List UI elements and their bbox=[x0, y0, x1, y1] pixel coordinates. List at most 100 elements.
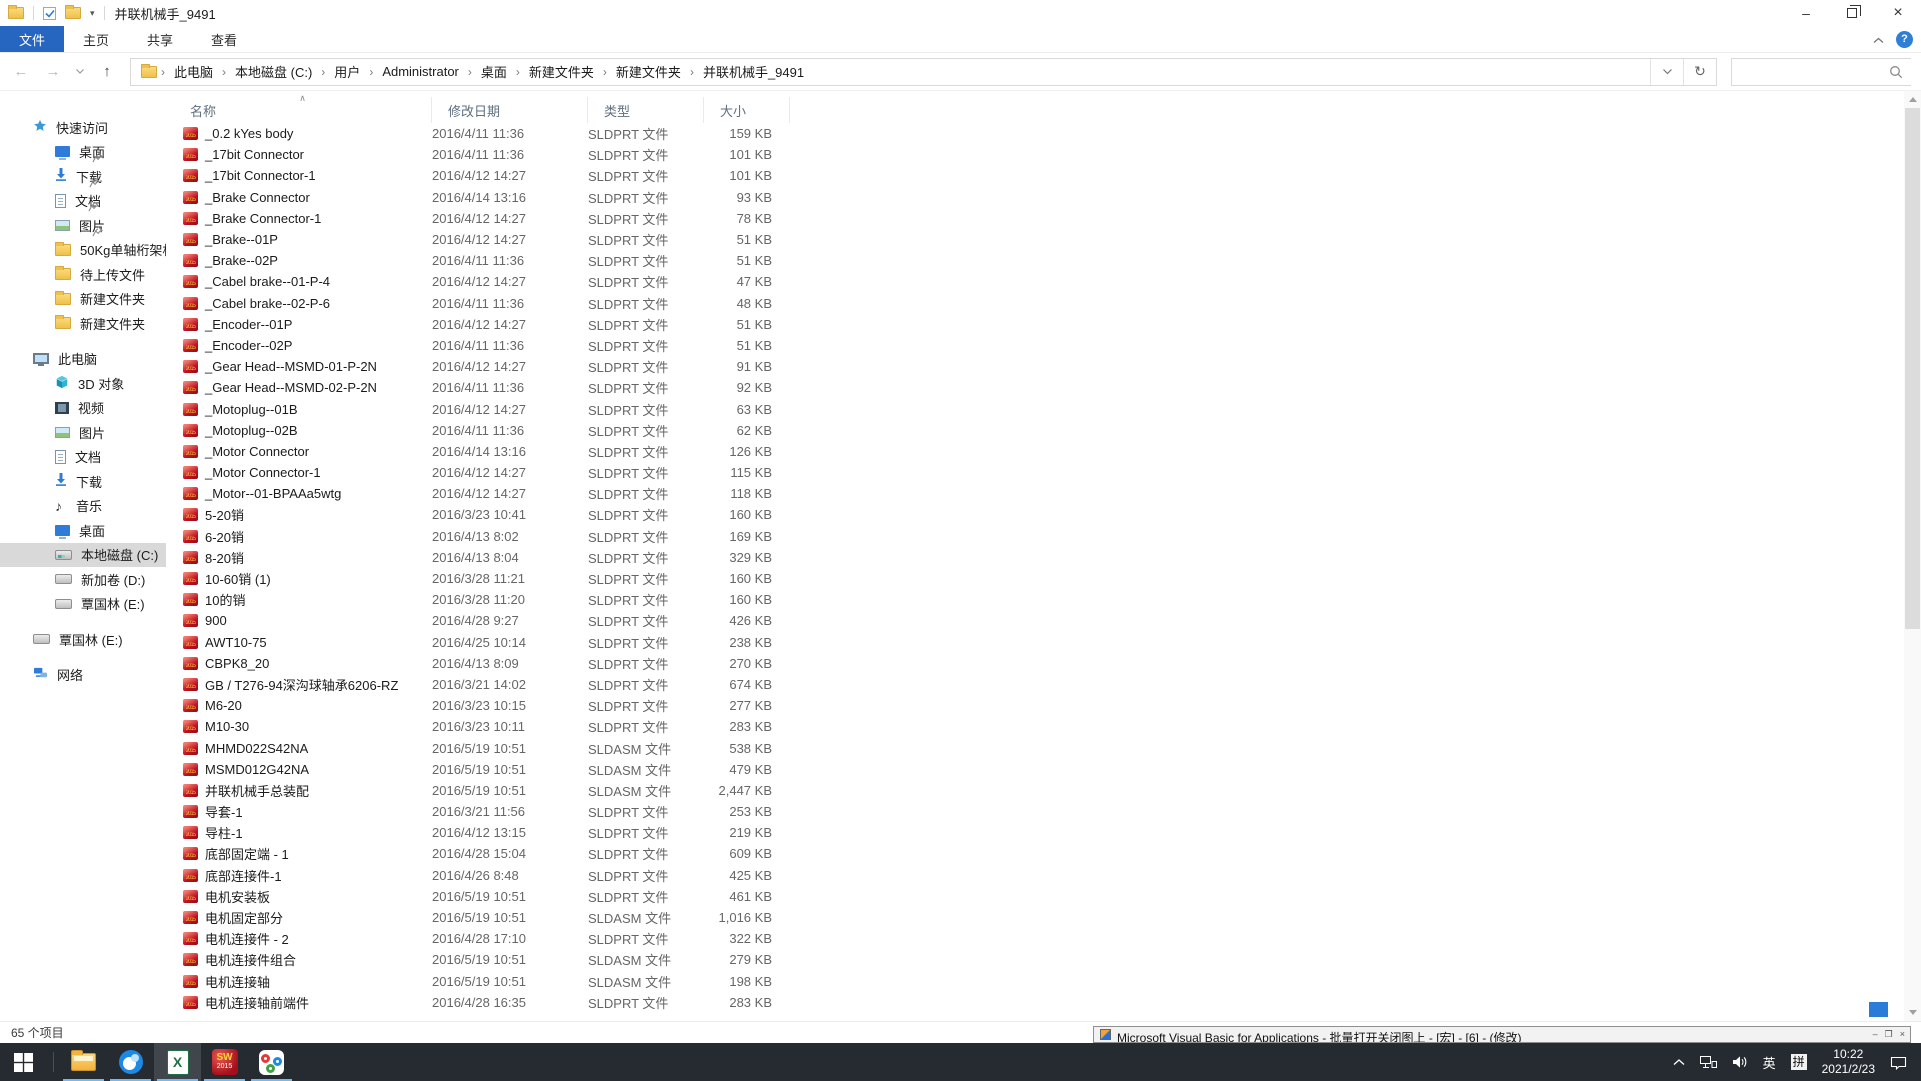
sidebar-item[interactable]: 待上传文件 bbox=[0, 262, 166, 287]
sidebar-item[interactable]: 文档 bbox=[0, 445, 166, 470]
file-row[interactable]: 2015并联机械手总装配2016/5/19 10:51SLDASM 文件2,44… bbox=[174, 780, 1921, 801]
file-row[interactable]: 2015_Cabel brake--02-P-62016/4/11 11:36S… bbox=[174, 293, 1921, 314]
breadcrumb-item[interactable]: 桌面 bbox=[474, 62, 514, 81]
ime-pinyin-indicator[interactable]: 拼 bbox=[1791, 1054, 1807, 1070]
file-row[interactable]: 2015_Cabel brake--01-P-42016/4/12 14:27S… bbox=[174, 271, 1921, 292]
sidebar-item[interactable]: 新建文件夹 bbox=[0, 287, 166, 312]
file-row[interactable]: 2015_Brake--01P2016/4/12 14:27SLDPRT 文件5… bbox=[174, 229, 1921, 250]
taskbar-app-app-circles[interactable] bbox=[248, 1043, 295, 1081]
address-dropdown-button[interactable] bbox=[1650, 59, 1683, 85]
breadcrumb-item[interactable]: 并联机械手_9491 bbox=[696, 62, 811, 81]
file-row[interactable]: 2015_Brake--02P2016/4/11 11:36SLDPRT 文件5… bbox=[174, 250, 1921, 271]
sidebar-item[interactable]: ♪音乐 bbox=[0, 494, 166, 519]
breadcrumb-item[interactable]: Administrator bbox=[375, 64, 466, 79]
close-button[interactable]: × bbox=[1875, 0, 1921, 26]
file-row[interactable]: 20156-20销2016/4/13 8:02SLDPRT 文件169 KB bbox=[174, 526, 1921, 547]
sidebar-item[interactable]: 视频 bbox=[0, 396, 166, 421]
file-row[interactable]: 201510-60销 (1)2016/3/28 11:21SLDPRT 文件16… bbox=[174, 568, 1921, 589]
file-row[interactable]: 2015M6-202016/3/23 10:15SLDPRT 文件277 KB bbox=[174, 695, 1921, 716]
sidebar-item[interactable]: 本地磁盘 (C:) bbox=[0, 543, 166, 568]
file-row[interactable]: 2015MSMD012G42NA2016/5/19 10:51SLDASM 文件… bbox=[174, 759, 1921, 780]
sidebar-item[interactable]: 新建文件夹 bbox=[0, 311, 166, 336]
file-row[interactable]: 2015_0.2 kYes body2016/4/11 11:36SLDPRT … bbox=[174, 123, 1921, 144]
file-row[interactable]: 2015电机固定部分2016/5/19 10:51SLDASM 文件1,016 … bbox=[174, 907, 1921, 928]
file-row[interactable]: 2015_Motor--01-BPAAa5wtg2016/4/12 14:27S… bbox=[174, 483, 1921, 504]
file-row[interactable]: 2015电机连接件组合2016/5/19 10:51SLDASM 文件279 K… bbox=[174, 949, 1921, 970]
sidebar-item[interactable]: 桌面 bbox=[0, 518, 166, 543]
sidebar-item[interactable]: 下载 bbox=[0, 469, 166, 494]
breadcrumb-item[interactable]: 此电脑 bbox=[167, 62, 220, 81]
file-row[interactable]: 2015_Motoplug--01B2016/4/12 14:27SLDPRT … bbox=[174, 398, 1921, 419]
qat-dropdown-icon[interactable]: ▾ bbox=[90, 8, 95, 19]
taskbar-clock[interactable]: 10:22 2021/2/23 bbox=[1822, 1047, 1875, 1077]
sidebar-item[interactable]: 覃国林 (E:) bbox=[0, 592, 166, 617]
sidebar-item[interactable]: 文档 bbox=[0, 189, 166, 214]
file-row[interactable]: 2015底部固定端 - 12016/4/28 15:04SLDPRT 文件609… bbox=[174, 843, 1921, 864]
file-row[interactable]: 2015_17bit Connector2016/4/11 11:36SLDPR… bbox=[174, 144, 1921, 165]
file-row[interactable]: 2015_Gear Head--MSMD-01-P-2N2016/4/12 14… bbox=[174, 356, 1921, 377]
sidebar-item[interactable]: 图片 bbox=[0, 213, 166, 238]
breadcrumb-item[interactable]: 新建文件夹 bbox=[522, 62, 601, 81]
file-row[interactable]: 2015底部连接件-12016/4/26 8:48SLDPRT 文件425 KB bbox=[174, 865, 1921, 886]
file-row[interactable]: 2015_17bit Connector-12016/4/12 14:27SLD… bbox=[174, 165, 1921, 186]
help-icon[interactable]: ? bbox=[1896, 31, 1913, 48]
action-center-icon[interactable] bbox=[1890, 1055, 1907, 1070]
file-row[interactable]: 2015垫块-12016/4/28 15:38SLDPRT 文件162 KB bbox=[174, 1013, 1921, 1015]
column-header[interactable]: ∧名称 bbox=[174, 97, 432, 123]
minimize-button[interactable]: – bbox=[1783, 0, 1829, 26]
file-row[interactable]: 2015_Encoder--01P2016/4/12 14:27SLDPRT 文… bbox=[174, 314, 1921, 335]
back-button[interactable]: ← bbox=[8, 59, 34, 85]
breadcrumb-item[interactable]: 本地磁盘 (C:) bbox=[228, 62, 319, 81]
forward-button[interactable]: → bbox=[40, 59, 66, 85]
file-row[interactable]: 2015电机连接轴前端件2016/4/28 16:35SLDPRT 文件283 … bbox=[174, 992, 1921, 1013]
ime-language-indicator[interactable]: 英 bbox=[1763, 1053, 1776, 1072]
column-header[interactable]: 类型 bbox=[588, 97, 704, 123]
sidebar-section[interactable]: 此电脑 bbox=[0, 347, 166, 372]
file-row[interactable]: 20158-20销2016/4/13 8:04SLDPRT 文件329 KB bbox=[174, 547, 1921, 568]
tray-chevron-up-icon[interactable] bbox=[1673, 1058, 1685, 1066]
file-row[interactable]: 2015导柱-12016/4/12 13:15SLDPRT 文件219 KB bbox=[174, 822, 1921, 843]
ribbon-tab[interactable]: 主页 bbox=[64, 26, 128, 52]
file-row[interactable]: 2015_Motor Connector-12016/4/12 14:27SLD… bbox=[174, 462, 1921, 483]
file-row[interactable]: 2015电机连接件 - 22016/4/28 17:10SLDPRT 文件322… bbox=[174, 928, 1921, 949]
file-row[interactable]: 2015_Brake Connector-12016/4/12 14:27SLD… bbox=[174, 208, 1921, 229]
sidebar-section[interactable]: 快速访问 bbox=[0, 115, 166, 140]
file-row[interactable]: 201510的销2016/3/28 11:20SLDPRT 文件160 KB bbox=[174, 589, 1921, 610]
column-header[interactable]: 大小 bbox=[704, 97, 790, 123]
sidebar-item[interactable]: 图片 bbox=[0, 420, 166, 445]
scroll-up-arrow-icon[interactable] bbox=[1904, 91, 1921, 108]
background-window-fragment[interactable] bbox=[1869, 1002, 1888, 1017]
file-row[interactable]: 2015_Brake Connector2016/4/14 13:16SLDPR… bbox=[174, 187, 1921, 208]
vertical-scrollbar[interactable] bbox=[1904, 91, 1921, 1021]
ribbon-collapse-icon[interactable] bbox=[1873, 32, 1884, 47]
sidebar-item[interactable]: 新加卷 (D:) bbox=[0, 567, 166, 592]
sidebar-item[interactable]: 下载 bbox=[0, 164, 166, 189]
file-row[interactable]: 20155-20销2016/3/23 10:41SLDPRT 文件160 KB bbox=[174, 504, 1921, 525]
up-button[interactable]: ↑ bbox=[94, 59, 120, 85]
ribbon-tab[interactable]: 共享 bbox=[128, 26, 192, 52]
sidebar-item[interactable]: 3D 对象 bbox=[0, 371, 166, 396]
restore-button[interactable] bbox=[1829, 0, 1875, 26]
background-vba-window[interactable]: Microsoft Visual Basic for Applications … bbox=[1093, 1026, 1911, 1043]
file-row[interactable]: 2015GB / T276-94深沟球轴承6206-RZ2016/3/21 14… bbox=[174, 674, 1921, 695]
breadcrumb-item[interactable]: 新建文件夹 bbox=[609, 62, 688, 81]
sidebar-section[interactable]: 网络 bbox=[0, 663, 166, 688]
taskbar-app-browser[interactable] bbox=[107, 1043, 154, 1081]
file-row[interactable]: 2015电机连接轴2016/5/19 10:51SLDASM 文件198 KB bbox=[174, 971, 1921, 992]
properties-checkbox-icon[interactable] bbox=[43, 7, 56, 20]
scrollbar-thumb[interactable] bbox=[1905, 108, 1920, 629]
recent-locations-icon[interactable] bbox=[72, 59, 88, 85]
ribbon-tab[interactable]: 文件 bbox=[0, 26, 64, 52]
start-button[interactable] bbox=[0, 1043, 47, 1081]
scroll-down-arrow-icon[interactable] bbox=[1904, 1004, 1921, 1021]
file-row[interactable]: 2015M10-302016/3/23 10:11SLDPRT 文件283 KB bbox=[174, 716, 1921, 737]
network-icon[interactable] bbox=[1700, 1055, 1717, 1069]
column-header[interactable]: 修改日期 bbox=[432, 97, 588, 123]
taskbar-app-explorer[interactable] bbox=[60, 1043, 107, 1081]
file-row[interactable]: 2015_Gear Head--MSMD-02-P-2N2016/4/11 11… bbox=[174, 377, 1921, 398]
file-row[interactable]: 2015电机安装板2016/5/19 10:51SLDPRT 文件461 KB bbox=[174, 886, 1921, 907]
sidebar-item[interactable]: 50Kg单轴桁架机械 bbox=[0, 238, 166, 263]
sidebar-section[interactable]: 覃国林 (E:) bbox=[0, 627, 166, 652]
refresh-button[interactable]: ↻ bbox=[1683, 59, 1716, 85]
file-row[interactable]: 2015_Encoder--02P2016/4/11 11:36SLDPRT 文… bbox=[174, 335, 1921, 356]
